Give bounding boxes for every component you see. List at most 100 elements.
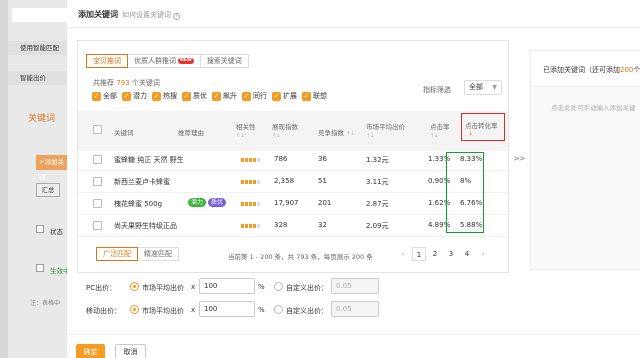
transfer-arrow-icon[interactable]: >> — [513, 154, 525, 163]
sort-label: 指标筛选 — [423, 86, 451, 94]
table-row[interactable]: 槐花蜂蜜 500g 潜力 质优 17,907 201 2.87元 1.62% 6.… — [78, 193, 508, 215]
col-label: 相关性 — [236, 123, 256, 131]
match-type-tabs: 广泛匹配 精准匹配 — [96, 247, 179, 261]
filter-label: 同行 — [253, 92, 267, 100]
col-relevance[interactable]: 相关性 ↑↓ — [236, 121, 256, 139]
impressions-cell: 328 — [274, 221, 288, 229]
relevance-bars — [241, 224, 261, 228]
checkbox-checked-icon: ✓ — [152, 91, 161, 101]
col-label: 展现指数 — [272, 123, 298, 131]
relevance-bars — [241, 202, 261, 206]
sort-select[interactable]: 全部 ▼ — [464, 80, 502, 95]
col-keyword: 关键词 — [114, 129, 134, 137]
pc-bid-label: PC出价： — [86, 284, 117, 292]
table-row[interactable]: 蜜蜂糖 纯正 天然 野生 786 36 1.32元 1.33% 8.33% — [78, 149, 508, 171]
tab-broad-match[interactable]: 广泛匹配 — [96, 247, 138, 261]
col-ctr[interactable]: 点击率 ↑↓ — [430, 121, 450, 139]
pc-custom-input[interactable]: 0.05 — [331, 278, 379, 294]
filter-potential[interactable]: ✓ 潜力 — [122, 91, 147, 101]
sort-icon: ↑↓ — [236, 133, 245, 139]
bg-summary-tab: 汇总 — [36, 183, 60, 197]
mobile-custom-radio[interactable] — [274, 305, 283, 314]
page-next-button[interactable]: › — [476, 247, 490, 261]
page-1-button[interactable]: 1 — [412, 247, 426, 261]
sort-desc-icon: ⇣ — [468, 130, 474, 137]
table-row[interactable]: 新西兰麦卢卡蜂蜜 2,358 51 3.11元 0.90% 8% — [78, 171, 508, 193]
col-label: 竞争指数 — [318, 129, 344, 137]
multiply-sign: x — [191, 283, 196, 291]
filter-all[interactable]: ✓ 全部 — [92, 91, 117, 101]
pc-percent-input[interactable]: 100 — [199, 278, 255, 294]
row-checkbox[interactable] — [93, 177, 102, 186]
pc-custom-label: 自定义出价： — [286, 284, 328, 292]
col-impressions[interactable]: 展现指数 ↑↓ — [272, 121, 298, 139]
page-2-button[interactable]: 2 — [428, 247, 442, 261]
mobile-custom-input[interactable]: 0.05 — [331, 301, 379, 317]
avg-bid-cell: 2.87元 — [366, 200, 389, 208]
recommend-prefix: 共推荐 — [93, 79, 114, 87]
filter-expand[interactable]: ✓ 扩展 — [272, 91, 297, 101]
pc-market-avg-radio[interactable] — [130, 282, 139, 291]
source-tabs: 宝贝推词 优质人群推词 NEW 搜索关键词 — [86, 54, 249, 68]
col-competition[interactable]: 竞争指数 ↑↓ — [318, 127, 354, 137]
table-row[interactable]: 尚天果野生特级正品 328 32 2.09元 4.89% 5.88% — [78, 215, 508, 237]
competition-cell: 32 — [318, 221, 327, 229]
highlight-box-green — [446, 152, 484, 233]
filter-label: 扩展 — [283, 92, 297, 100]
tab-audience-recommend[interactable]: 优质人群推词 NEW — [127, 54, 201, 68]
select-all-checkbox[interactable] — [93, 125, 102, 134]
competition-cell: 201 — [318, 199, 332, 207]
help-link[interactable]: 如何设置关键词? — [122, 10, 180, 20]
pc-market-avg-label: 市场平均出价 — [142, 284, 184, 292]
bg-status-col: 状态 — [50, 228, 63, 236]
filter-label: 联想 — [313, 92, 327, 100]
tab-item-recommend[interactable]: 宝贝推词 — [86, 54, 128, 68]
row-checkbox[interactable] — [93, 221, 102, 230]
checkbox-checked-icon: ✓ — [182, 91, 191, 101]
filter-quality[interactable]: ✓ 质优 — [182, 91, 207, 101]
avg-bid-cell: 2.09元 — [366, 222, 389, 230]
row-checkbox[interactable] — [93, 199, 102, 208]
manual-input-hint[interactable]: 点击此处可手动输入添加关键 — [551, 102, 636, 112]
impressions-cell: 786 — [274, 155, 288, 163]
filter-hot[interactable]: ✓ 热搜 — [152, 91, 177, 101]
checkbox-checked-icon: ✓ — [212, 91, 221, 101]
tab-exact-match[interactable]: 精准匹配 — [137, 247, 179, 261]
mobile-market-avg-label: 市场平均出价 — [142, 307, 184, 315]
cancel-button[interactable]: 取消 — [115, 344, 146, 358]
reason-tags: 潜力 质优 — [188, 198, 228, 207]
filter-checkboxes: ✓ 全部 ✓ 潜力 ✓ 热搜 ✓ 质优 ✓ 飙升 ✓ 同行 ✓ 扩展 ✓ 联想 — [92, 91, 332, 101]
col-cvr[interactable]: 点击转化率 — [465, 120, 498, 130]
bg-keyword-heading: 关键词 — [28, 114, 56, 124]
filter-label: 热搜 — [163, 92, 177, 100]
bg-sidebar-item: 智能出价 — [8, 71, 67, 85]
avg-bid-cell: 3.11元 — [366, 178, 389, 186]
pc-custom-radio[interactable] — [274, 282, 283, 291]
filter-peer[interactable]: ✓ 同行 — [242, 91, 267, 101]
new-badge: NEW — [178, 58, 194, 64]
page-prev-button[interactable]: ‹ — [396, 247, 410, 261]
confirm-button[interactable]: 确定 — [76, 344, 105, 358]
mobile-market-avg-radio[interactable] — [130, 305, 139, 314]
bg-checkbox — [36, 225, 44, 233]
mobile-custom-label: 自定义出价： — [286, 307, 328, 315]
filter-associate[interactable]: ✓ 联想 — [302, 91, 327, 101]
background-header — [12, 8, 67, 22]
add-keyword-modal: 添加关键词 如何设置关键词? 宝贝推词 优质人群推词 NEW 搜索关键词 共推荐 … — [67, 0, 640, 358]
added-keywords-header: 已添加关键词（还可添加200个 — [531, 51, 640, 87]
tab-search-keyword[interactable]: 搜索关键词 — [199, 54, 249, 68]
mobile-percent-input[interactable]: 100 — [199, 301, 255, 317]
recommend-count: 共推荐 793 个关键词 — [93, 78, 160, 88]
page-4-button[interactable]: 4 — [460, 247, 474, 261]
col-reason: 推荐理由 — [178, 129, 204, 137]
pager-summary: 当前第 1 - 200 条，共 793 条，每页展示 200 条 — [228, 253, 373, 261]
page-3-button[interactable]: 3 — [444, 247, 458, 261]
added-title-count: 200 — [620, 66, 634, 74]
relevance-bars — [241, 180, 261, 184]
filter-rising[interactable]: ✓ 飙升 — [212, 91, 237, 101]
keyword-cell: 槐花蜂蜜 500g — [114, 200, 163, 208]
row-checkbox[interactable] — [93, 155, 102, 164]
col-avg-bid[interactable]: 市场平均出价 ↑↓ — [366, 121, 405, 139]
sort-icon: ↑↓ — [272, 133, 281, 139]
keyword-cell: 尚天果野生特级正品 — [114, 222, 177, 230]
